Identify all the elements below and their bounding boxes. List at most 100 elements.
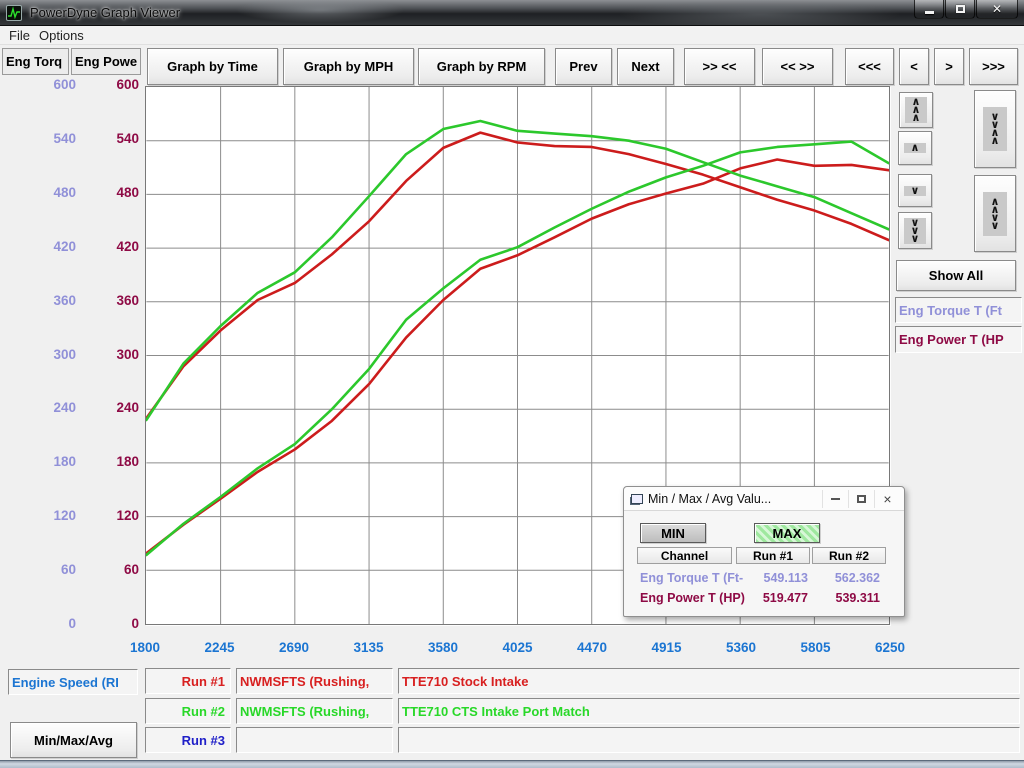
minmax-minimize-button[interactable] [822,490,848,508]
x-tick: 1800 [113,640,177,655]
x-tick: 5805 [784,640,848,655]
run-file-box-3[interactable] [236,727,393,753]
x-tick: 2690 [262,640,326,655]
run-label-box-2[interactable]: Run #2 [145,698,231,724]
window-title: PowerDyne Graph Viewer [30,5,180,20]
min-button[interactable]: MIN [640,523,706,543]
compress-y-scale-button[interactable]: ∨∨∧∧ [974,90,1016,168]
y-tick-torque: 240 [32,400,76,415]
y-tick-power: 60 [95,562,139,577]
pan-left-button[interactable]: < [899,48,929,85]
restore-button[interactable] [945,0,975,19]
powerdyne-window: PowerDyne Graph Viewer ✕ File Options En… [0,0,1024,768]
y-tick-torque: 0 [32,616,76,631]
run-label: Run #1 [146,674,230,689]
run-label: Run #3 [146,733,230,748]
tab-eng-power[interactable]: Eng Powe [71,48,141,75]
x-tick: 4025 [486,640,550,655]
x-tick: 4470 [560,640,624,655]
title-bar[interactable]: PowerDyne Graph Viewer ✕ [0,0,1024,26]
minmax-row-run2-value: 539.311 [810,591,880,605]
column-header-run2[interactable]: Run #2 [812,547,886,564]
y-tick-torque: 600 [32,77,76,92]
y-tick-power: 120 [95,508,139,523]
y-tick-power: 180 [95,454,139,469]
y-tick-torque: 300 [32,347,76,362]
x-tick: 5360 [709,640,773,655]
run-label-box-1[interactable]: Run #1 [145,668,231,694]
power-channel-label: Eng Power T (HP [899,332,1004,347]
x-tick: 4915 [635,640,699,655]
run-desc-box-3[interactable] [398,727,1020,753]
pan-right-button[interactable]: > [934,48,964,85]
y-tick-power: 360 [95,293,139,308]
prev-button[interactable]: Prev [555,48,612,85]
menu-bar: File Options [0,26,1024,45]
y-tick-torque: 180 [32,454,76,469]
minmax-title-bar[interactable]: Min / Max / Avg Valu... × [624,487,904,511]
run-desc: TTE710 Stock Intake [399,674,528,689]
y-tick-power: 420 [95,239,139,254]
torque-channel-label: Eng Torque T (Ft [899,303,1002,318]
y-tick-torque: 420 [32,239,76,254]
column-header-run1[interactable]: Run #1 [736,547,810,564]
y-tick-power: 300 [95,347,139,362]
power-channel-box[interactable]: Eng Power T (HP [895,326,1022,353]
run-desc-box-1[interactable]: TTE710 Stock Intake [398,668,1020,694]
y-tick-torque: 60 [32,562,76,577]
x-channel-box[interactable]: Engine Speed (RI [8,669,138,695]
run-file: NWMSFTS (Rushing, [237,704,369,719]
run-desc-box-2[interactable]: TTE710 CTS Intake Port Match [398,698,1020,724]
minmax-restore-button[interactable] [848,490,874,508]
graph-by-mph-button[interactable]: Graph by MPH [283,48,414,85]
menu-options[interactable]: Options [39,28,84,43]
x-tick: 2245 [188,640,252,655]
scroll-down-fast-button[interactable]: ∨∨∨ [898,212,932,249]
minmax-window[interactable]: Min / Max / Avg Valu... × MIN MAX Channe… [623,486,905,617]
column-header-channel[interactable]: Channel [637,547,732,564]
minmax-row-run1-value: 519.477 [738,591,808,605]
y-tick-power: 0 [95,616,139,631]
minmaxavg-button[interactable]: Min/Max/Avg [10,722,137,758]
zoom-out-x-button[interactable]: << >> [762,48,833,85]
show-all-button[interactable]: Show All [896,260,1016,291]
scroll-down-button[interactable]: ∨ [898,174,932,207]
next-button[interactable]: Next [617,48,674,85]
torque-channel-box[interactable]: Eng Torque T (Ft [895,297,1022,323]
y-tick-torque: 540 [32,131,76,146]
expand-y-scale-button[interactable]: ∧∧∨∨ [974,175,1016,252]
minimize-button[interactable] [914,0,944,19]
pan-left-fast-button[interactable]: <<< [845,48,894,85]
minmax-row-channel: Eng Power T (HP) [640,591,745,605]
run-file-box-1[interactable]: NWMSFTS (Rushing, [236,668,393,694]
menu-file[interactable]: File [9,28,30,43]
zoom-in-x-button[interactable]: >> << [684,48,755,85]
y-tick-power: 600 [95,77,139,92]
x-tick: 6250 [858,640,922,655]
graph-by-time-button[interactable]: Graph by Time [147,48,278,85]
app-icon [6,5,22,21]
pan-right-fast-button[interactable]: >>> [969,48,1018,85]
run-file-box-2[interactable]: NWMSFTS (Rushing, [236,698,393,724]
run-file: NWMSFTS (Rushing, [237,674,369,689]
close-button[interactable]: ✕ [976,0,1018,19]
scroll-up-button[interactable]: ∧ [898,131,932,165]
x-tick: 3135 [337,640,401,655]
graph-by-rpm-button[interactable]: Graph by RPM [418,48,545,85]
y-tick-torque: 480 [32,185,76,200]
scroll-up-fast-button[interactable]: ∧∧∧ [899,92,933,128]
y-tick-power: 240 [95,400,139,415]
run-label: Run #2 [146,704,230,719]
run-label-box-3[interactable]: Run #3 [145,727,231,753]
y-tick-power: 480 [95,185,139,200]
minmax-row-channel: Eng Torque T (Ft- [640,571,743,585]
minmax-window-title: Min / Max / Avg Valu... [648,492,771,506]
minmax-row-run1-value: 549.113 [738,571,808,585]
window-bottom-frame [0,760,1024,768]
minmax-close-button[interactable]: × [874,490,900,508]
tab-eng-torque[interactable]: Eng Torq [2,48,69,75]
max-button[interactable]: MAX [754,523,820,543]
y-tick-torque: 120 [32,508,76,523]
minmax-window-icon [631,494,643,504]
minmax-row-run2-value: 562.362 [810,571,880,585]
